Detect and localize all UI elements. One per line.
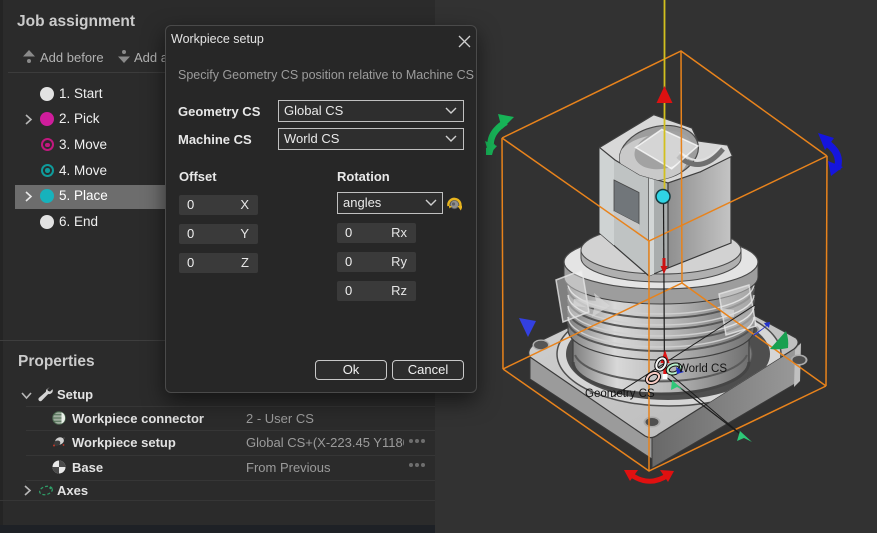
svg-text:Geometry CS: Geometry CS	[585, 388, 655, 400]
svg-text:World CS: World CS	[678, 363, 727, 375]
